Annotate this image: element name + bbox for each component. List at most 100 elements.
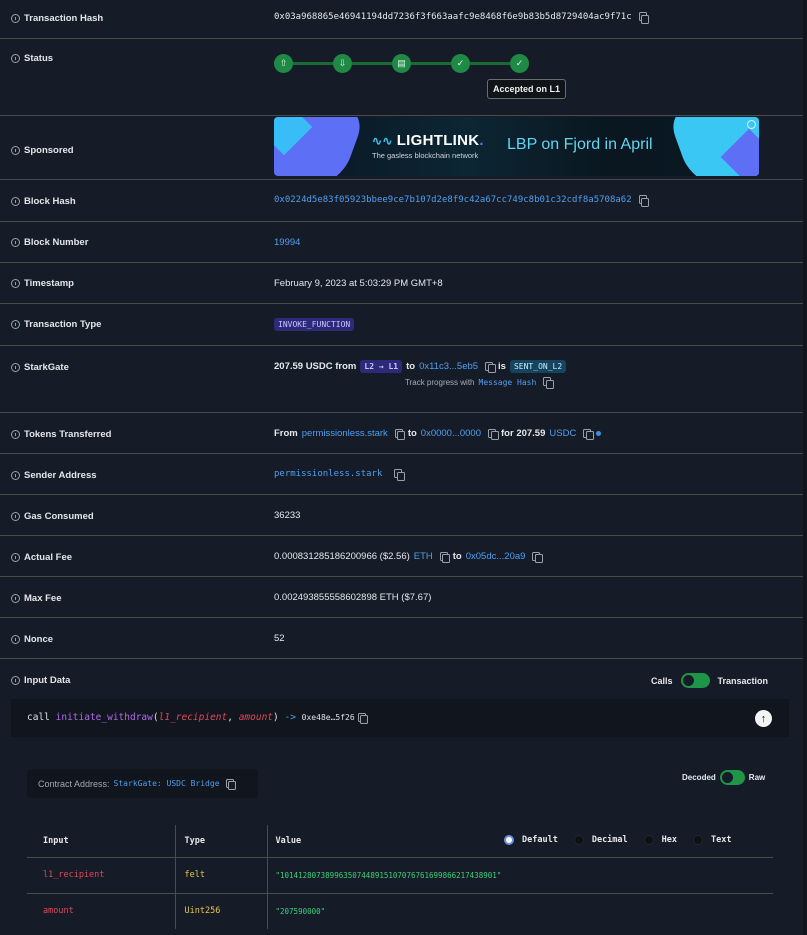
- block-hash-link[interactable]: 0x0224d5e83f05923bbee9ce7b107d2e8f9c42a6…: [274, 195, 632, 205]
- value-actual-fee: 0.000831285186200966 ($2.56) ETH to 0x05…: [274, 551, 543, 563]
- copy-icon[interactable]: [485, 361, 496, 373]
- call-target-address[interactable]: 0xe48e…5f26: [302, 713, 355, 722]
- max-fee-text: 0.002493855558602898 ETH ($7.67): [274, 592, 432, 603]
- token-link[interactable]: USDC: [549, 428, 576, 439]
- transaction-type-badge: INVOKE_FUNCTION: [274, 318, 355, 331]
- info-icon[interactable]: [11, 14, 20, 23]
- paren: ): [273, 712, 279, 723]
- sponsored-banner[interactable]: ∿∿ LIGHTLINK. The gasless blockchain netw…: [274, 117, 759, 176]
- radio-unselected-icon[interactable]: [643, 835, 654, 845]
- call-keyword: call: [27, 712, 50, 723]
- info-icon[interactable]: [11, 279, 20, 288]
- radio-unselected-icon[interactable]: [573, 835, 584, 845]
- label-text: Gas Consumed: [24, 511, 94, 522]
- from-address-link[interactable]: permissionless.stark: [302, 428, 388, 439]
- value-nonce: 52: [274, 633, 285, 644]
- message-hash-link[interactable]: Message Hash: [479, 378, 537, 387]
- row-status: Status: [0, 39, 807, 116]
- scrollbar[interactable]: [803, 0, 807, 935]
- info-icon[interactable]: [11, 197, 20, 206]
- label-block-number: Block Number: [11, 237, 88, 248]
- info-icon[interactable]: [11, 635, 20, 644]
- value-block-number: 19994: [274, 237, 300, 248]
- info-icon[interactable]: [11, 363, 20, 372]
- copy-icon[interactable]: [439, 551, 451, 563]
- copy-icon[interactable]: [394, 428, 406, 440]
- info-icon[interactable]: [11, 676, 20, 685]
- to-address-link[interactable]: 0x0000...0000: [421, 428, 481, 439]
- copy-icon[interactable]: [394, 469, 405, 481]
- copy-icon[interactable]: [357, 712, 369, 724]
- lightlink-logo-icon: ∿∿: [372, 134, 393, 148]
- input-value: "207590000": [275, 906, 326, 916]
- row-starkgate: StarkGate 207.59 USDC from L2 → L1 to 0x…: [0, 346, 807, 413]
- decoded-raw-toggle[interactable]: [719, 770, 745, 785]
- shield-check-icon[interactable]: ✓: [510, 54, 529, 73]
- value-format-radio-group: Default Decimal Hex Text: [504, 835, 732, 845]
- function-name: initiate_withdraw: [55, 712, 153, 723]
- label-transaction-hash: Transaction Hash: [11, 13, 103, 24]
- label-block-hash: Block Hash: [11, 196, 76, 207]
- eth-token-link[interactable]: ETH: [414, 551, 433, 562]
- label-sponsored: Sponsored: [11, 145, 74, 156]
- check-circle-icon[interactable]: ✓: [451, 54, 470, 73]
- info-icon[interactable]: [11, 594, 20, 603]
- table-row: amount Uint256 "207590000": [27, 893, 773, 929]
- calls-transaction-toggle[interactable]: [680, 673, 710, 688]
- info-icon[interactable]: [11, 320, 20, 329]
- call-bar: call initiate_withdraw ( l1_recipient , …: [11, 699, 789, 737]
- timestamp-text: February 9, 2023 at 5:03:29 PM GMT+8: [274, 278, 443, 289]
- collapse-arrow-up-icon[interactable]: ↑: [755, 710, 772, 727]
- radio-unselected-icon[interactable]: [693, 835, 704, 845]
- copy-icon[interactable]: [638, 195, 650, 207]
- label-text: Tokens Transferred: [24, 429, 112, 440]
- label-gas-consumed: Gas Consumed: [11, 511, 94, 522]
- direction-badge: L2 → L1: [360, 360, 403, 373]
- copy-icon[interactable]: [225, 778, 237, 790]
- gas-consumed-text: 36233: [274, 510, 301, 521]
- copy-icon[interactable]: [488, 428, 499, 440]
- value-timestamp: February 9, 2023 at 5:03:29 PM GMT+8: [274, 278, 443, 289]
- copy-icon[interactable]: [532, 551, 543, 563]
- radio-hex[interactable]: Hex: [643, 835, 677, 845]
- raw-label: Raw: [748, 773, 766, 782]
- row-max-fee: Max Fee 0.002493855558602898 ETH ($7.67): [0, 577, 807, 618]
- label-text: Block Hash: [24, 196, 76, 207]
- download-icon[interactable]: ⇩: [333, 54, 352, 73]
- sender-address-link[interactable]: permissionless.stark: [274, 469, 382, 479]
- info-icon[interactable]: [11, 430, 20, 439]
- ad-info-icon[interactable]: [747, 120, 756, 129]
- row-transaction-hash: Transaction Hash 0x03a968865e46941194dd7…: [0, 0, 807, 39]
- info-icon[interactable]: [11, 54, 20, 63]
- call-signature: call initiate_withdraw ( l1_recipient , …: [27, 712, 369, 724]
- label-starkgate: StarkGate: [11, 362, 69, 373]
- radio-selected-icon[interactable]: [504, 835, 514, 845]
- l1-address-link[interactable]: 0x11c3...5eb5: [419, 361, 478, 372]
- verified-icon: [596, 431, 602, 436]
- decoded-raw-toggle-group: Decoded Raw: [682, 770, 765, 785]
- copy-icon[interactable]: [583, 428, 594, 440]
- upload-icon[interactable]: ⇧: [274, 54, 293, 73]
- param-l1-recipient: l1_recipient: [158, 712, 228, 723]
- document-check-icon[interactable]: ▤: [392, 54, 411, 73]
- info-icon[interactable]: [11, 238, 20, 247]
- calls-label: Calls: [651, 675, 673, 686]
- track-progress: Track progress with Message Hash: [405, 377, 554, 389]
- value-gas-consumed: 36233: [274, 510, 300, 521]
- contract-address-link[interactable]: StarkGate: USDC Bridge: [114, 779, 220, 788]
- label-timestamp: Timestamp: [11, 278, 74, 289]
- block-number-link[interactable]: 19994: [274, 237, 300, 248]
- value-max-fee: 0.002493855558602898 ETH ($7.67): [274, 592, 431, 603]
- radio-default[interactable]: Default: [504, 835, 558, 845]
- calls-transaction-toggle-group: Calls Transaction: [651, 673, 768, 688]
- info-icon[interactable]: [11, 512, 20, 521]
- info-icon[interactable]: [11, 471, 20, 480]
- decoded-label: Decoded: [682, 773, 716, 782]
- info-icon[interactable]: [11, 146, 20, 155]
- copy-icon[interactable]: [543, 377, 554, 389]
- radio-text[interactable]: Text: [693, 835, 732, 845]
- fee-recipient-link[interactable]: 0x05dc...20a9: [466, 551, 526, 562]
- copy-icon[interactable]: [638, 12, 650, 24]
- radio-decimal[interactable]: Decimal: [573, 835, 628, 845]
- info-icon[interactable]: [11, 553, 20, 562]
